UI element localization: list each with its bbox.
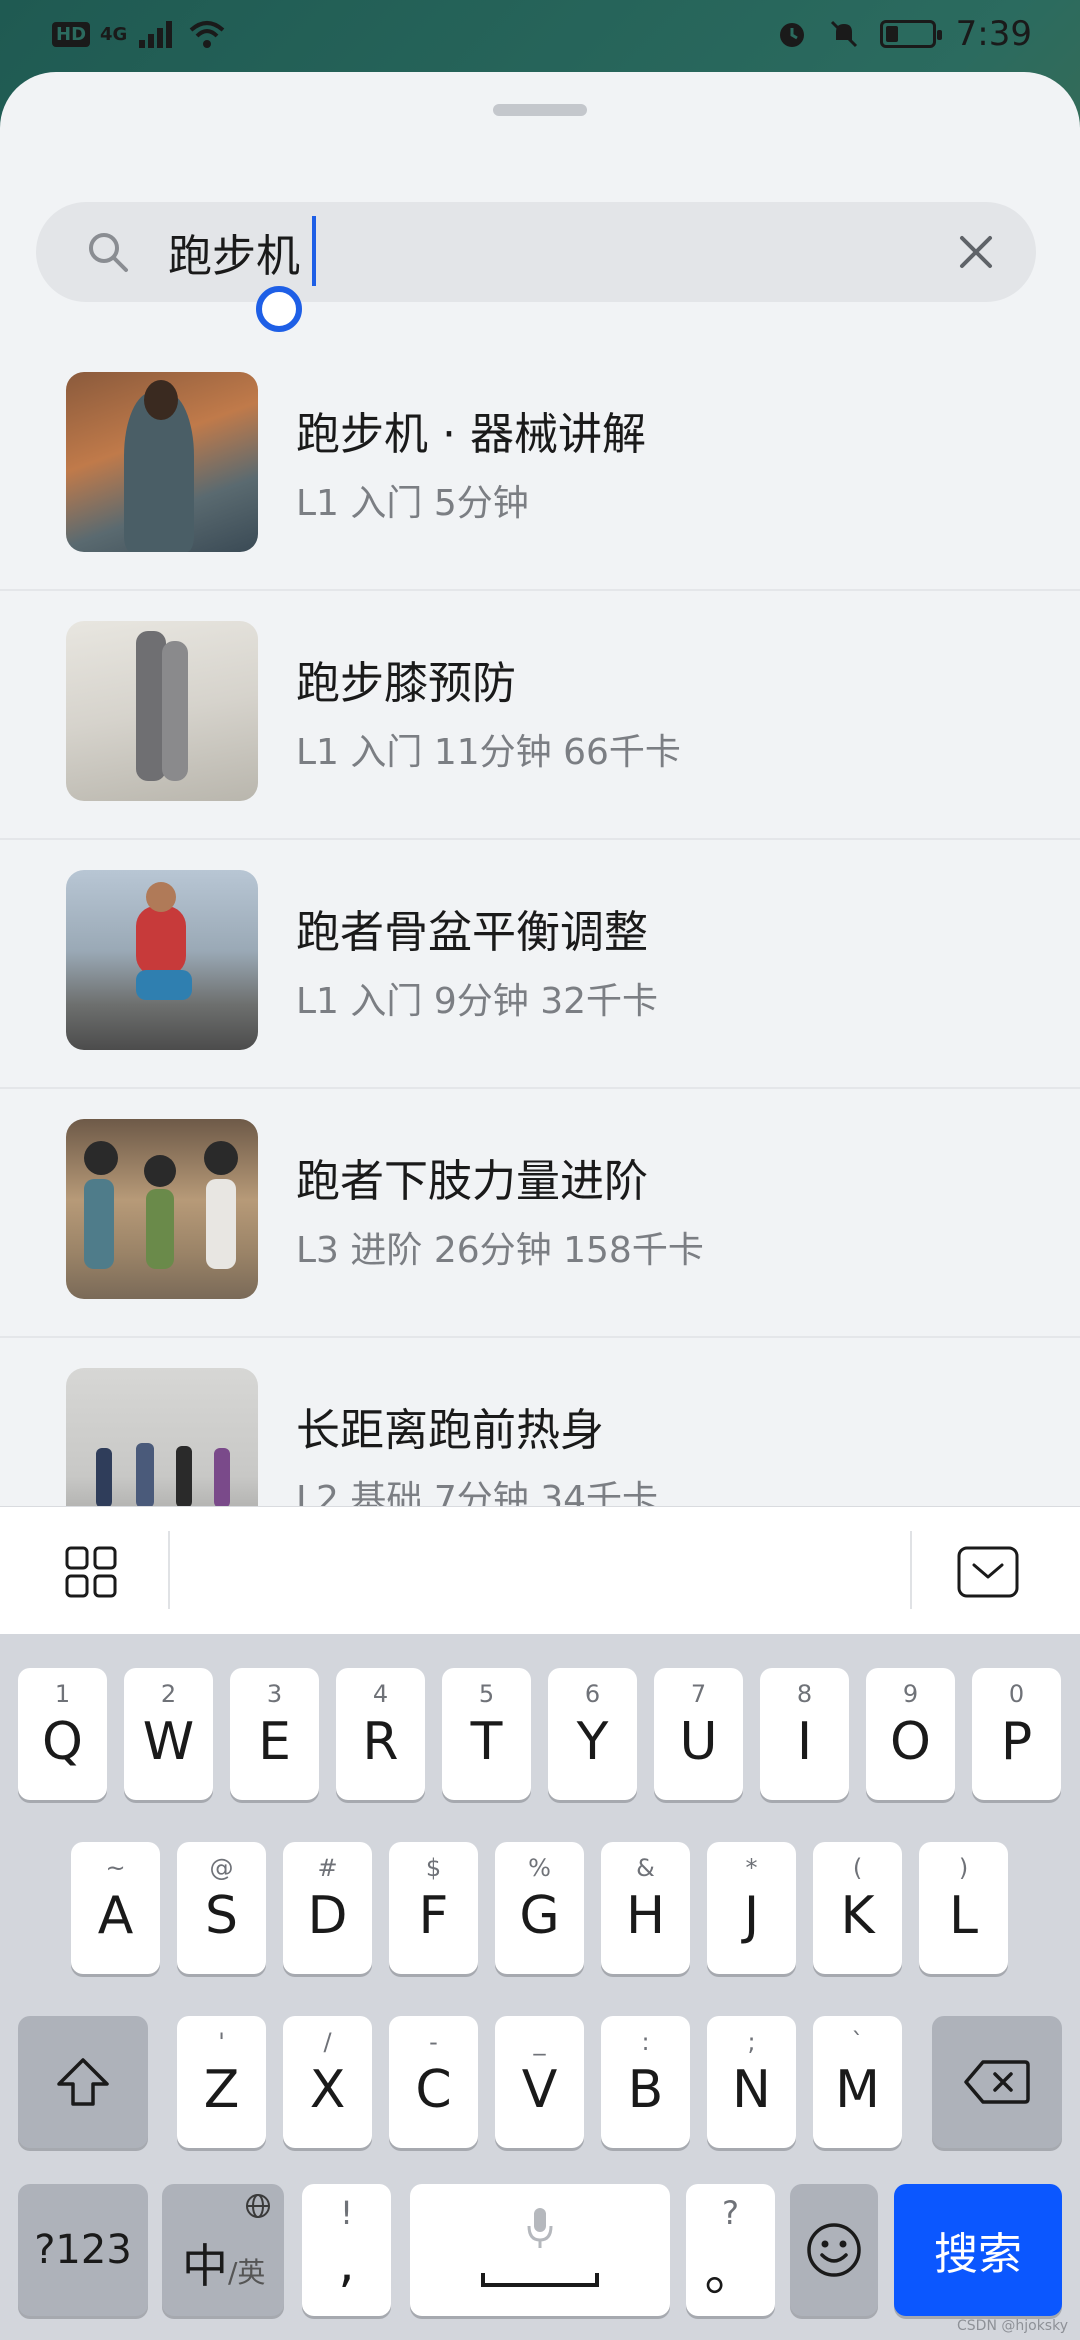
space-key[interactable] <box>410 2184 670 2316</box>
network-type: 4G <box>100 23 128 45</box>
key-t[interactable]: 5T <box>442 1668 531 1800</box>
key-y[interactable]: 6Y <box>548 1668 637 1800</box>
key-q[interactable]: 1Q <box>18 1668 107 1800</box>
key-i[interactable]: 8I <box>760 1668 849 1800</box>
result-thumbnail <box>66 1368 258 1506</box>
status-left: HD 4G <box>52 18 227 50</box>
language-key[interactable]: 中/英 <box>162 2184 284 2316</box>
status-bar: HD 4G 7:39 <box>0 0 1080 75</box>
key-v[interactable]: _ V <box>495 2016 584 2148</box>
result-title: 跑步机 · 器械讲解 <box>296 409 646 460</box>
text-cursor <box>312 216 316 286</box>
key-n[interactable]: ; N <box>707 2016 796 2148</box>
key-x[interactable]: / X <box>283 2016 372 2148</box>
result-title: 跑者下肢力量进阶 <box>296 1156 648 1207</box>
wifi-icon <box>190 21 225 48</box>
lang-sub: /英 <box>228 2256 266 2289</box>
lang-main: 中 <box>182 2239 228 2293</box>
key-e[interactable]: 3E <box>230 1668 319 1800</box>
key-g[interactable]: % G <box>495 1842 584 1974</box>
clock: 7:39 <box>955 14 1032 54</box>
search-sheet: 跑步机 · 器械讲解 L1 入门 5分钟 跑步膝预防 L1 入门 11分钟 66… <box>0 72 1080 1506</box>
globe-icon <box>246 2194 270 2218</box>
key-h[interactable]: & H <box>601 1842 690 1974</box>
result-thumbnail <box>66 372 258 552</box>
result-title: 跑步膝预防 <box>296 658 516 709</box>
result-thumbnail <box>66 1119 258 1299</box>
result-thumbnail <box>66 870 258 1050</box>
close-icon[interactable] <box>952 228 1000 276</box>
space-bar-icon <box>481 2273 599 2287</box>
key-b[interactable]: :B <box>601 2016 690 2148</box>
emoji-key[interactable] <box>790 2184 878 2316</box>
result-thumbnail <box>66 621 258 801</box>
result-meta: L1 入门 11分钟 66千卡 <box>296 732 681 773</box>
symbols-key[interactable]: ?123 <box>18 2184 148 2316</box>
drag-handle[interactable] <box>493 104 587 116</box>
key-p[interactable]: 0P <box>972 1668 1061 1800</box>
grid-icon[interactable] <box>64 1545 118 1599</box>
list-item[interactable]: 长距离跑前热身 L2 基础 7分钟 34千卡 <box>0 1338 1080 1506</box>
period-key[interactable]: ? 。 <box>686 2184 775 2316</box>
hd-badge: HD <box>52 21 91 47</box>
search-input[interactable] <box>168 220 928 284</box>
key-r[interactable]: 4R <box>336 1668 425 1800</box>
key-a[interactable]: ~ A <box>71 1842 160 1974</box>
key-m[interactable]: ` M <box>813 2016 902 2148</box>
shift-icon <box>57 2058 109 2106</box>
toolbar-divider <box>910 1531 912 1609</box>
result-meta: L1 入门 9分钟 32千卡 <box>296 981 659 1022</box>
emoji-icon <box>807 2223 861 2277</box>
toolbar-divider <box>168 1531 170 1609</box>
signal-icon <box>139 21 173 48</box>
status-right: 7:39 <box>776 14 1032 54</box>
comma-key[interactable]: ! , <box>302 2184 391 2316</box>
cursor-handle[interactable] <box>256 286 302 332</box>
key-c[interactable]: -C <box>389 2016 478 2148</box>
result-title: 长距离跑前热身 <box>296 1405 604 1456</box>
key-k[interactable]: (K <box>813 1842 902 1974</box>
results-list: 跑步机 · 器械讲解 L1 入门 5分钟 跑步膝预防 L1 入门 11分钟 66… <box>0 342 1080 1506</box>
list-item[interactable]: 跑者骨盆平衡调整 L1 入门 9分钟 32千卡 <box>0 840 1080 1089</box>
key-d[interactable]: # D <box>283 1842 372 1974</box>
list-item[interactable]: 跑步机 · 器械讲解 L1 入门 5分钟 <box>0 342 1080 591</box>
list-item[interactable]: 跑者下肢力量进阶 L3 进阶 26分钟 158千卡 <box>0 1089 1080 1338</box>
keyboard: 1Q 2W 3E 4R 5T 6Y 7U 8I 9O 0P ~ A @ S # D $… <box>0 1634 1080 2340</box>
key-o[interactable]: 9O <box>866 1668 955 1800</box>
key-j[interactable]: * J <box>707 1842 796 1974</box>
result-meta: L1 入门 5分钟 <box>296 483 529 524</box>
key-u[interactable]: 7U <box>654 1668 743 1800</box>
keyboard-toolbar <box>0 1506 1080 1634</box>
shift-key[interactable] <box>18 2016 148 2148</box>
key-l[interactable]: ) L <box>919 1842 1008 1974</box>
backspace-key[interactable] <box>932 2016 1062 2148</box>
search-key[interactable]: 搜索 <box>894 2184 1062 2316</box>
key-s[interactable]: @ S <box>177 1842 266 1974</box>
watermark: CSDN @hjoksky <box>957 2318 1068 2334</box>
search-icon <box>89 233 128 272</box>
result-meta: L2 基础 7分钟 34千卡 <box>296 1479 659 1506</box>
backspace-icon <box>964 2060 1030 2104</box>
key-w[interactable]: 2W <box>124 1668 213 1800</box>
microphone-icon <box>527 2208 553 2248</box>
mute-icon <box>830 20 857 48</box>
result-meta: L3 进阶 26分钟 158千卡 <box>296 1230 704 1271</box>
result-title: 跑者骨盆平衡调整 <box>296 907 648 958</box>
keyboard-collapse-icon[interactable] <box>956 1545 1020 1599</box>
list-item[interactable]: 跑步膝预防 L1 入门 11分钟 66千卡 <box>0 591 1080 840</box>
key-z[interactable]: ' Z <box>177 2016 266 2148</box>
battery-icon <box>879 20 942 48</box>
key-f[interactable]: $ F <box>389 1842 478 1974</box>
alarm-icon <box>779 23 804 47</box>
search-bar[interactable] <box>36 202 1036 302</box>
